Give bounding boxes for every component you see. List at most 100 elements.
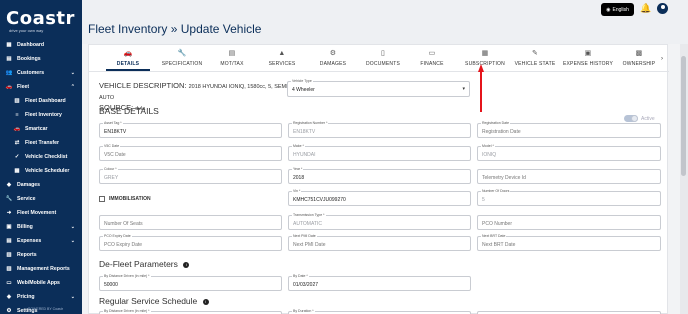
sidebar-item-pricing[interactable]: ◈ Pricing ⌄: [0, 290, 82, 304]
language-button[interactable]: ◉ English: [601, 3, 634, 16]
sidebar-item-web-mobile-apps[interactable]: ▭ Web/Mobile Apps: [0, 276, 82, 290]
tab-expense-history[interactable]: ▣ EXPENSE HISTORY: [559, 49, 617, 71]
info-icon[interactable]: i: [183, 261, 190, 268]
chevron-down-icon: ⌄: [70, 238, 75, 244]
next-pmi-date-field[interactable]: Next PMI Date Next PMI Date: [288, 234, 471, 251]
next-pmi-date-placeholder: Next PMI Date: [293, 242, 326, 248]
sidebar-item-fleet-inventory[interactable]: ≡ Fleet Inventory: [0, 108, 82, 122]
sidebar-item-label: Vehicle Scheduler: [25, 168, 70, 174]
asset-tag-label: Asset Tag *: [103, 121, 123, 125]
number-of-doors-field[interactable]: Number Of Doors 5: [477, 189, 661, 206]
tab-specification[interactable]: 🔧 SPECIFICATION: [156, 49, 208, 71]
tab-subscription[interactable]: ▦ SUBSCRIPTION: [455, 49, 515, 71]
breadcrumb-parent[interactable]: Fleet Inventory: [88, 22, 167, 36]
scrollbar-thumb[interactable]: [681, 56, 686, 176]
next-brt-date-field[interactable]: Next BRT Date Next BRT Date: [477, 234, 661, 251]
sidebar-item-management-reports[interactable]: ▥ Management Reports: [0, 262, 82, 276]
v5c-date-field[interactable]: V5C Date V5C Date: [99, 144, 282, 161]
number-of-seats-field[interactable]: Number Of Seats: [99, 215, 282, 230]
sidebar-item-label: Fleet Movement: [17, 210, 57, 216]
sidebar-item-label: Pricing: [17, 294, 35, 300]
sidebar-item-label: Bookings: [17, 56, 41, 62]
tab-ownership[interactable]: ▩ OWNERSHIP: [614, 49, 664, 71]
pco-expiry-date-field[interactable]: PCO Expiry Date PCO Expiry Date: [99, 234, 282, 251]
tab-details[interactable]: 🚗 DETAILS: [101, 49, 155, 71]
sidebar-item-vehicle-checklist[interactable]: ✓ Vehicle Checklist: [0, 150, 82, 164]
sidebar-item-label: Fleet Dashboard: [25, 98, 66, 104]
tab-label: OWNERSHIP: [622, 61, 656, 67]
pco-number-placeholder: PCO Number: [482, 221, 513, 227]
telemetry-device-id-field[interactable]: Telemetry Device Id: [477, 169, 661, 184]
document-icon: ▤: [228, 50, 236, 57]
sidebar-item-fleet-dashboard[interactable]: ▥ Fleet Dashboard: [0, 94, 82, 108]
registration-number-field[interactable]: Registration Number * EN18KTV: [288, 121, 471, 138]
immobilisation-row: IMMOBILISATION: [99, 194, 151, 203]
defleet-distance-field[interactable]: By Distance Driven (in mile) * 50000: [99, 274, 282, 291]
car-icon: 🚗: [13, 126, 21, 132]
sidebar-item-label: Service: [17, 196, 36, 202]
bell-icon[interactable]: 🔔: [640, 3, 651, 15]
user-avatar-icon[interactable]: [657, 3, 668, 14]
sidebar-item-fleet-transfer[interactable]: ⇄ Fleet Transfer: [0, 136, 82, 150]
year-field[interactable]: Year * 2018: [288, 167, 471, 184]
price-icon: ◈: [6, 294, 12, 300]
active-toggle-group: Active: [624, 115, 655, 122]
transmission-type-field[interactable]: Transmission Type * AUTOMATIC: [288, 213, 471, 230]
calendar-icon: ▦: [14, 168, 20, 174]
sidebar-item-reports[interactable]: ▥ Reports: [0, 248, 82, 262]
transmission-type-label: Transmission Type *: [292, 213, 326, 217]
number-of-doors-label: Number Of Doors: [481, 189, 511, 193]
sidebar-item-customers[interactable]: 👥 Customers ⌄: [0, 66, 82, 80]
vehicle-type-select[interactable]: Vehicle Type 4 Wheeler ▾: [287, 79, 470, 97]
chart-icon: ▥: [14, 98, 20, 104]
registration-date-label: Registration Date: [481, 121, 511, 125]
globe-icon: ◉: [606, 6, 611, 13]
pco-number-field[interactable]: PCO Number: [477, 215, 661, 230]
tab-mot-tax[interactable]: ▤ MOT/TAX: [209, 49, 255, 71]
report-icon: ▥: [6, 252, 12, 258]
make-field[interactable]: Make * HYUNDAI: [288, 144, 471, 161]
sidebar-item-label: Fleet: [17, 84, 30, 90]
tab-services[interactable]: ▲ SERVICES: [257, 49, 307, 71]
defleet-date-field[interactable]: By Date * 01/03/2027: [288, 274, 471, 291]
vin-field[interactable]: Vin * KMHC751CVJU099270: [288, 189, 471, 206]
tab-damages[interactable]: ⚙ DAMAGES: [309, 49, 357, 71]
colour-field[interactable]: Colour * GREY: [99, 167, 282, 184]
sidebar-item-fleet-movement[interactable]: ➜ Fleet Movement: [0, 206, 82, 220]
asset-tag-value: EN18KTV: [104, 129, 127, 135]
defleet-parameters-heading: De-Fleet Parameters i: [99, 259, 190, 269]
sidebar-item-fleet[interactable]: 🚗 Fleet ⌃: [0, 80, 82, 94]
sidebar-item-expenses[interactable]: ▤ Expenses ⌄: [0, 234, 82, 248]
sidebar-item-dashboard[interactable]: ▦ Dashboard: [0, 38, 82, 52]
registration-date-field[interactable]: Registration Date Registration Date: [477, 121, 661, 138]
model-field[interactable]: Model * IONIQ: [477, 144, 661, 161]
sidebar-item-label: Customers: [17, 70, 45, 76]
tab-label: EXPENSE HISTORY: [562, 61, 614, 67]
tab-vehicle-state[interactable]: ✎ VEHICLE STATE: [509, 49, 561, 71]
service-distance-label: By Distance Driven (in mile) *: [103, 309, 151, 313]
make-value: HYUNDAI: [293, 152, 316, 158]
sidebar-item-bookings[interactable]: ▤ Bookings: [0, 52, 82, 66]
sidebar-item-vehicle-scheduler[interactable]: ▦ Vehicle Scheduler: [0, 164, 82, 178]
dropdown-arrow-icon: ▾: [462, 86, 465, 92]
info-icon[interactable]: i: [202, 298, 209, 305]
tab-documents[interactable]: ▯ DOCUMENTS: [357, 49, 409, 71]
active-toggle[interactable]: [624, 115, 638, 122]
defleet-date-label: By Date *: [292, 274, 309, 278]
asset-tag-field[interactable]: Asset Tag * EN18KTV: [99, 121, 282, 138]
tab-finance[interactable]: ▭ FINANCE: [411, 49, 453, 71]
number-of-seats-placeholder: Number Of Seats: [104, 221, 143, 227]
sidebar-item-label: Expenses: [17, 238, 42, 244]
warning-icon: ▲: [278, 50, 286, 57]
sidebar-item-smartcar[interactable]: 🚗 Smartcar: [0, 122, 82, 136]
chevron-down-icon: ⌄: [70, 70, 75, 76]
sidebar-item-billing[interactable]: ▣ Billing ⌄: [0, 220, 82, 234]
sidebar-item-service[interactable]: 🔧 Service: [0, 192, 82, 206]
service-duration-label: By Duration *: [292, 309, 315, 313]
coastr-logo[interactable]: Coastr drive your own way: [6, 8, 78, 34]
check-icon: ✓: [14, 154, 20, 160]
logo-text: Coastr: [6, 8, 75, 29]
sidebar-item-damages[interactable]: ◆ Damages: [0, 178, 82, 192]
immobilisation-checkbox[interactable]: [99, 195, 105, 202]
page-scrollbar[interactable]: [680, 44, 688, 314]
